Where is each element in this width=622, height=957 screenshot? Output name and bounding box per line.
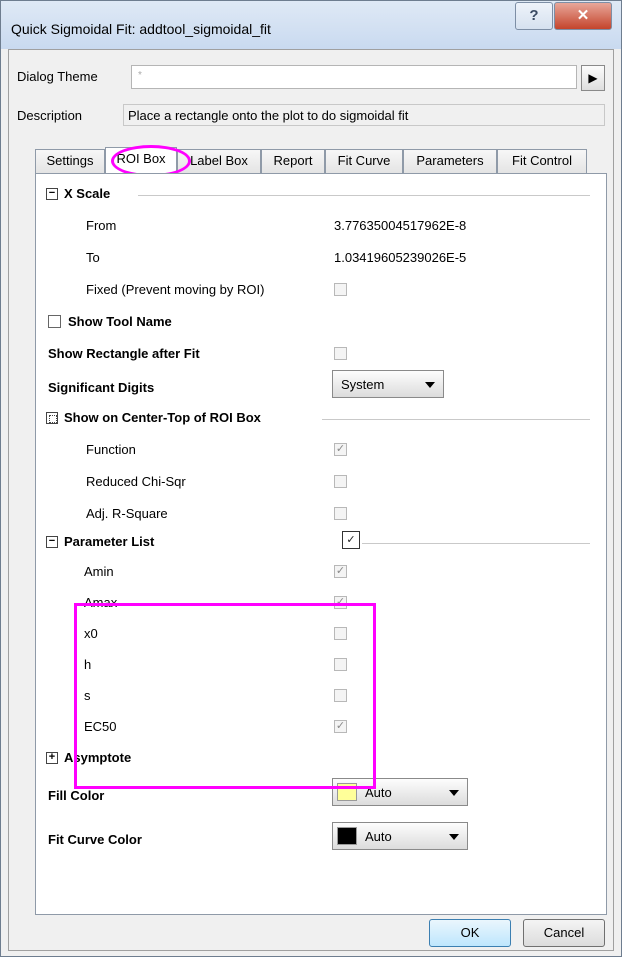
dialog-window: Quick Sigmoidal Fit: addtool_sigmoidal_f… [0, 0, 622, 957]
tab-parameters[interactable]: Parameters [403, 149, 497, 173]
param-x0-checkbox[interactable] [334, 627, 347, 640]
close-button[interactable]: ✕ [554, 2, 612, 30]
title-bar: Quick Sigmoidal Fit: addtool_sigmoidal_f… [1, 1, 621, 49]
param-h-checkbox[interactable] [334, 658, 347, 671]
dialog-theme-label: Dialog Theme [17, 69, 98, 84]
roi-box-panel: − X Scale From 3.77635004517962E-8 To 1.… [35, 173, 607, 915]
fixed-checkbox[interactable] [334, 283, 347, 296]
help-button[interactable]: ? [515, 2, 553, 30]
collapse-icon[interactable]: − [46, 188, 58, 200]
tab-fit-control[interactable]: Fit Control [497, 149, 587, 173]
param-amin-label: Amin [84, 564, 114, 579]
param-x0-label: x0 [84, 626, 98, 641]
adj-rsquare-label: Adj. R-Square [86, 506, 168, 521]
fill-color-value: Auto [365, 785, 392, 800]
param-amin-checkbox[interactable]: ✓ [334, 565, 347, 578]
description-text: Place a rectangle onto the plot to do si… [123, 104, 605, 126]
divider [138, 195, 590, 196]
significant-digits-label: Significant Digits [48, 380, 155, 395]
color-swatch [337, 783, 357, 801]
fill-color-label: Fill Color [48, 788, 105, 803]
ok-button[interactable]: OK [429, 919, 511, 947]
show-rectangle-checkbox[interactable] [334, 347, 347, 360]
reduced-chisqr-label: Reduced Chi-Sqr [86, 474, 186, 489]
expand-icon[interactable]: + [46, 752, 58, 764]
asymptote-header: Asymptote [64, 750, 132, 765]
fixed-label: Fixed (Prevent moving by ROI) [86, 282, 265, 297]
dialog-theme-menu-button[interactable]: ▶ [581, 65, 605, 91]
chevron-down-icon [425, 382, 435, 388]
to-field[interactable]: 1.03419605239026E-5 [334, 250, 466, 265]
to-label: To [86, 250, 100, 265]
x-scale-header: X Scale [64, 186, 111, 201]
fit-curve-color-value: Auto [365, 829, 392, 844]
description-label: Description [17, 108, 83, 123]
param-ec50-label: EC50 [84, 719, 117, 734]
fit-curve-color-select[interactable]: Auto [332, 822, 468, 850]
from-field[interactable]: 3.77635004517962E-8 [334, 218, 466, 233]
tab-fit-curve[interactable]: Fit Curve [325, 149, 403, 173]
chevron-down-icon [449, 790, 459, 796]
parameter-list-checkbox[interactable]: ✓ [342, 531, 360, 549]
param-s-checkbox[interactable] [334, 689, 347, 702]
collapse-icon[interactable]: − [46, 536, 58, 548]
significant-digits-value: System [341, 377, 385, 392]
show-tool-name-checkbox[interactable] [48, 315, 61, 328]
cancel-button[interactable]: Cancel [523, 919, 605, 947]
window-title: Quick Sigmoidal Fit: addtool_sigmoidal_f… [11, 21, 271, 37]
tab-settings[interactable]: Settings [35, 149, 105, 173]
param-amax-label: Amax [84, 595, 118, 610]
show-tool-name-label: Show Tool Name [68, 314, 172, 329]
from-label: From [86, 218, 117, 233]
tab-roi-box[interactable]: ROI Box [105, 147, 177, 173]
tab-report[interactable]: Report [261, 149, 325, 173]
chevron-down-icon [449, 834, 459, 840]
divider [362, 543, 590, 544]
tab-label-box[interactable]: Label Box [177, 149, 261, 173]
dialog-body: Dialog Theme * ▶ Description Place a rec… [8, 49, 614, 951]
param-s-label: s [84, 688, 91, 703]
group-expand-icon[interactable] [46, 412, 58, 424]
color-swatch [337, 827, 357, 845]
fit-curve-color-label: Fit Curve Color [48, 832, 142, 847]
center-top-header: Show on Center-Top of ROI Box [64, 410, 261, 425]
param-h-label: h [84, 657, 92, 672]
parameter-list-header: Parameter List [64, 534, 155, 549]
function-checkbox[interactable]: ✓ [334, 443, 347, 456]
fill-color-select[interactable]: Auto [332, 778, 468, 806]
function-label: Function [86, 442, 136, 457]
dialog-theme-input[interactable]: * [131, 65, 577, 89]
reduced-chisqr-checkbox[interactable] [334, 475, 347, 488]
param-ec50-checkbox[interactable]: ✓ [334, 720, 347, 733]
significant-digits-select[interactable]: System [332, 370, 444, 398]
show-rectangle-label: Show Rectangle after Fit [48, 346, 200, 361]
divider [322, 419, 590, 420]
param-amax-checkbox[interactable]: ✓ [334, 596, 347, 609]
adj-rsquare-checkbox[interactable] [334, 507, 347, 520]
